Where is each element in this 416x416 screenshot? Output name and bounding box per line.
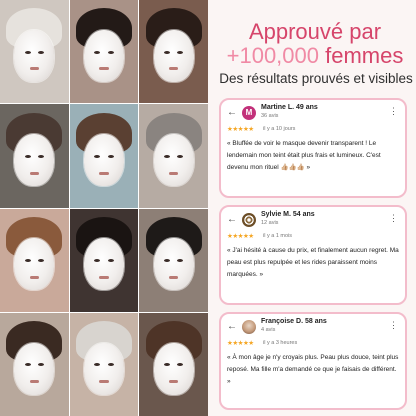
photo-woman-mask	[69, 0, 139, 104]
headline-women: femmes	[325, 43, 404, 68]
review-count: 36 avis	[261, 113, 279, 119]
photo-woman-mask	[139, 312, 208, 416]
photo-woman-mask	[69, 312, 139, 416]
photo-woman-mask	[0, 104, 69, 208]
photo-woman-mask	[69, 104, 139, 208]
star-rating: ★★★★★	[227, 340, 254, 347]
subtitle: Des résultats prouvés et visibles	[219, 71, 413, 86]
photo-woman-mask	[0, 208, 69, 312]
avatar	[242, 320, 256, 334]
headline-count: +100,000	[226, 43, 319, 68]
avatar	[242, 213, 256, 227]
headline-line-1: Approuvé par	[248, 19, 382, 44]
photo-woman-mask	[139, 104, 208, 208]
back-arrow-icon[interactable]: ←	[227, 107, 237, 118]
photo-woman-mask	[0, 312, 69, 416]
photo-woman-mask	[139, 208, 208, 312]
more-options-icon[interactable]: ⋮	[389, 107, 398, 116]
review-date: il y a 3 heures	[263, 340, 298, 346]
more-options-icon[interactable]: ⋮	[389, 214, 398, 223]
reviewer-name: Françoise D. 58 ans	[261, 318, 327, 325]
back-arrow-icon[interactable]: ←	[227, 214, 237, 225]
testimonial-photo-grid	[0, 0, 208, 416]
review-count: 4 avis	[261, 327, 276, 333]
review-card-martine: ← M Martine L. 49 ans 36 avis ⋮ ★★★★★ il…	[219, 98, 407, 198]
back-arrow-icon[interactable]: ←	[227, 321, 237, 332]
review-date: il y a 10 jours	[263, 126, 296, 132]
avatar: M	[242, 106, 256, 120]
star-rating: ★★★★★	[227, 233, 254, 240]
review-text: « Bluffée de voir le masque devenir tran…	[227, 140, 381, 171]
review-card-francoise: ← Françoise D. 58 ans 4 avis ⋮ ★★★★★ il …	[219, 312, 407, 410]
reviewer-name: Sylvie M. 54 ans	[261, 211, 315, 218]
review-count: 12 avis	[261, 220, 279, 226]
star-rating: ★★★★★	[227, 126, 254, 133]
more-options-icon[interactable]: ⋮	[389, 321, 398, 330]
reviewer-name: Martine L. 49 ans	[261, 104, 318, 111]
photo-woman-mask	[0, 0, 69, 104]
review-text: « J'ai hésité à cause du prix, et finale…	[227, 247, 399, 278]
review-text: « À mon âge je n'y croyais plus. Peau pl…	[227, 354, 399, 385]
review-date: il y a 1 mois	[263, 233, 293, 239]
review-card-sylvie: ← Sylvie M. 54 ans 12 avis ⋮ ★★★★★ il y …	[219, 205, 407, 305]
photo-woman-mask	[139, 0, 208, 104]
headline-line-2: +100,000 femmes	[220, 44, 410, 68]
photo-woman-mask	[69, 208, 139, 312]
